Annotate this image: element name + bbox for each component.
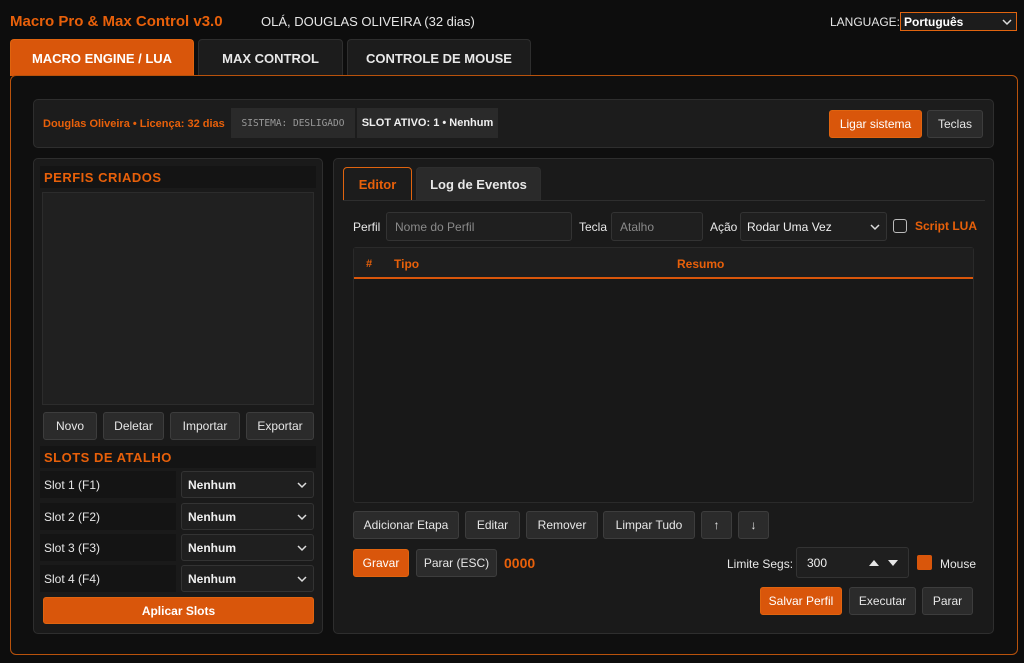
record-button[interactable]: Gravar xyxy=(353,549,409,577)
profiles-list[interactable] xyxy=(42,192,314,405)
tab-label: Editor xyxy=(358,176,397,192)
chevron-down-icon xyxy=(870,223,880,230)
slot-2-label: Slot 2 (F2) xyxy=(40,503,176,530)
editor-tab-divider xyxy=(343,200,985,201)
profile-name-input[interactable]: Nome do Perfil xyxy=(386,212,572,241)
slot-2-select[interactable]: Nenhum xyxy=(181,503,314,530)
move-up-button[interactable]: ↑ xyxy=(701,511,732,539)
slot-4-label: Slot 4 (F4) xyxy=(40,565,176,592)
action-value: Rodar Uma Vez xyxy=(747,219,832,234)
column-summary: Resumo xyxy=(677,257,725,271)
tab-macro-engine[interactable]: MACRO ENGINE / LUA xyxy=(10,39,194,76)
chevron-down-icon xyxy=(297,575,307,582)
keys-button[interactable]: Teclas xyxy=(927,110,983,138)
tab-label: MAX CONTROL xyxy=(222,50,319,66)
greeting-text: OLÁ, DOUGLAS OLIVEIRA (32 dias) xyxy=(261,14,475,29)
record-counter: 0000 xyxy=(504,555,536,571)
tab-label: CONTROLE DE MOUSE xyxy=(366,50,512,66)
tab-max-control[interactable]: MAX CONTROL xyxy=(198,39,343,76)
language-select[interactable]: Português xyxy=(900,12,1017,31)
profile-label: Perfil xyxy=(353,220,381,234)
remove-step-button[interactable]: Remover xyxy=(526,511,598,539)
limit-value: 300 xyxy=(807,556,828,570)
limit-spinbox[interactable]: 300 xyxy=(796,547,909,578)
language-value: Português xyxy=(904,14,964,29)
script-lua-checkbox[interactable] xyxy=(893,219,907,233)
app-title: Macro Pro & Max Control v3.0 xyxy=(10,13,223,30)
save-profile-button[interactable]: Salvar Perfil xyxy=(760,587,842,615)
slots-title: SLOTS DE ATALHO xyxy=(40,446,316,468)
edit-step-button[interactable]: Editar xyxy=(465,511,520,539)
limit-label: Limite Segs: xyxy=(727,557,794,571)
slot-3-select[interactable]: Nenhum xyxy=(181,534,314,561)
steps-table xyxy=(353,247,974,503)
profiles-title: PERFIS CRIADOS xyxy=(40,166,316,188)
tab-label: Log de Eventos xyxy=(430,177,527,192)
slot-2-value: Nenhum xyxy=(188,509,236,524)
tab-mouse-control[interactable]: CONTROLE DE MOUSE xyxy=(347,39,531,76)
spin-down-icon[interactable] xyxy=(888,559,898,567)
chevron-down-icon xyxy=(297,544,307,551)
chevron-down-icon xyxy=(1002,19,1012,26)
apply-slots-button[interactable]: Aplicar Slots xyxy=(43,597,314,624)
slot-4-select[interactable]: Nenhum xyxy=(181,565,314,592)
license-text: Douglas Oliveira • Licença: 32 dias xyxy=(43,118,225,130)
slot-3-label: Slot 3 (F3) xyxy=(40,534,176,561)
tab-event-log[interactable]: Log de Eventos xyxy=(416,167,541,201)
chevron-down-icon xyxy=(297,481,307,488)
system-status: SISTEMA: DESLIGADO xyxy=(231,108,355,138)
mouse-checkbox[interactable] xyxy=(917,555,932,570)
stop-button[interactable]: Parar xyxy=(922,587,973,615)
action-select[interactable]: Rodar Uma Vez xyxy=(740,212,887,241)
run-button[interactable]: Executar xyxy=(849,587,916,615)
slot-1-label: Slot 1 (F1) xyxy=(40,471,176,498)
clear-all-button[interactable]: Limpar Tudo xyxy=(603,511,695,539)
slot-4-value: Nenhum xyxy=(188,571,236,586)
move-down-button[interactable]: ↓ xyxy=(738,511,769,539)
active-slot-status: SLOT ATIVO: 1 • Nenhum xyxy=(357,108,498,138)
slot-1-select[interactable]: Nenhum xyxy=(181,471,314,498)
shortcut-input[interactable]: Atalho xyxy=(611,212,703,241)
power-on-button[interactable]: Ligar sistema xyxy=(829,110,922,138)
chevron-down-icon xyxy=(297,513,307,520)
column-type: Tipo xyxy=(394,257,420,271)
tab-editor[interactable]: Editor xyxy=(343,167,412,201)
tab-label: MACRO ENGINE / LUA xyxy=(31,50,173,66)
stop-esc-button[interactable]: Parar (ESC) xyxy=(416,549,497,577)
slot-3-value: Nenhum xyxy=(188,540,236,555)
mouse-label: Mouse xyxy=(940,557,977,571)
language-label: LANGUAGE: xyxy=(830,15,901,29)
script-lua-label: Script LUA xyxy=(915,219,978,233)
import-profile-button[interactable]: Importar xyxy=(170,412,240,440)
key-label: Tecla xyxy=(579,220,608,234)
delete-profile-button[interactable]: Deletar xyxy=(103,412,164,440)
steps-table-header xyxy=(354,248,973,279)
column-number: # xyxy=(366,258,373,270)
spin-up-icon[interactable] xyxy=(869,559,879,567)
new-profile-button[interactable]: Novo xyxy=(43,412,97,440)
action-label: Ação xyxy=(710,220,738,234)
export-profile-button[interactable]: Exportar xyxy=(246,412,314,440)
slot-1-value: Nenhum xyxy=(188,477,236,492)
add-step-button[interactable]: Adicionar Etapa xyxy=(353,511,459,539)
